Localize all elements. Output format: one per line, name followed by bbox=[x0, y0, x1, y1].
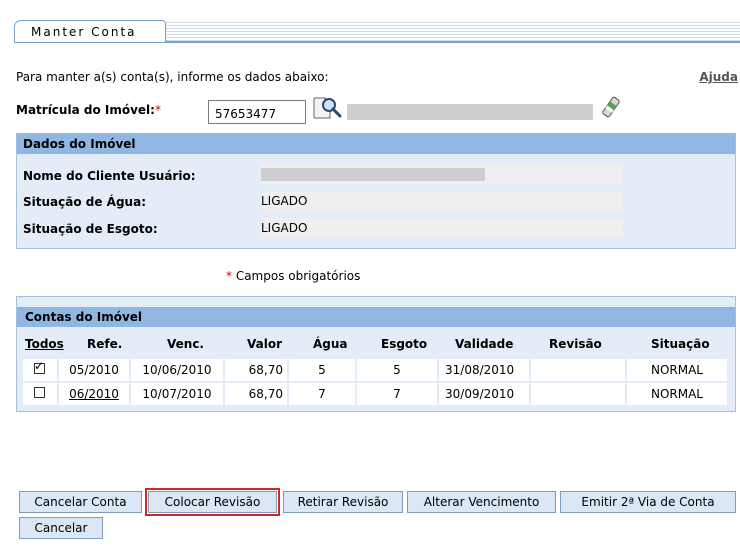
contas-imovel-header: Contas do Imóvel bbox=[17, 307, 735, 327]
retirar-revisao-button[interactable]: Retirar Revisão bbox=[283, 491, 403, 513]
matricula-label: Matrícula do Imóvel:* bbox=[16, 103, 161, 117]
matricula-label-text: Matrícula do Imóvel: bbox=[16, 103, 155, 117]
table-row: 06/2010 10/07/2010 68,70 7 7 30/09/2010 … bbox=[23, 383, 727, 405]
cell-agua: 7 bbox=[289, 383, 355, 405]
dados-imovel-panel: Dados do Imóvel Nome do Cliente Usuário:… bbox=[16, 133, 736, 249]
cell-validade: 30/09/2010 bbox=[439, 383, 529, 405]
situacao-esgoto-value: LIGADO bbox=[261, 221, 308, 235]
situacao-agua-label: Situação de Água: bbox=[23, 195, 146, 209]
row-checkbox[interactable] bbox=[34, 387, 45, 398]
nome-cliente-label: Nome do Cliente Usuário: bbox=[23, 169, 196, 183]
manter-conta-page: Manter Conta Para manter a(s) conta(s), … bbox=[0, 0, 740, 560]
nome-cliente-masked bbox=[261, 168, 485, 181]
cell-venc: 10/07/2010 bbox=[131, 383, 223, 405]
situacao-agua-field: LIGADO bbox=[261, 191, 623, 211]
cancelar-conta-button[interactable]: Cancelar Conta bbox=[19, 491, 142, 513]
col-agua-header: Água bbox=[313, 337, 348, 351]
page-title: Manter Conta bbox=[31, 25, 137, 39]
dados-imovel-header: Dados do Imóvel bbox=[17, 134, 735, 154]
contas-imovel-title: Contas do Imóvel bbox=[25, 310, 143, 324]
dados-imovel-title: Dados do Imóvel bbox=[23, 137, 136, 151]
colocar-revisao-button[interactable]: Colocar Revisão bbox=[145, 488, 280, 516]
col-valor-header: Valor bbox=[247, 337, 283, 351]
cell-esgoto: 5 bbox=[357, 359, 437, 381]
alterar-vencimento-button[interactable]: Alterar Vencimento bbox=[407, 491, 556, 513]
cell-ref: 05/2010 bbox=[59, 359, 129, 381]
cell-esgoto: 7 bbox=[357, 383, 437, 405]
required-note-text: Campos obrigatórios bbox=[232, 269, 361, 283]
nome-cliente-field bbox=[261, 164, 623, 184]
cell-situacao: NORMAL bbox=[627, 383, 727, 405]
cell-revisao bbox=[531, 383, 625, 405]
col-revisao-header: Revisão bbox=[549, 337, 602, 351]
title-tab: Manter Conta bbox=[14, 20, 166, 42]
situacao-esgoto-field: LIGADO bbox=[261, 218, 623, 238]
help-link[interactable]: Ajuda bbox=[699, 70, 738, 84]
matricula-result bbox=[347, 104, 593, 120]
col-esgoto-header: Esgoto bbox=[381, 337, 428, 351]
col-venc-header: Venc. bbox=[167, 337, 204, 351]
cancelar-button[interactable]: Cancelar bbox=[19, 517, 103, 539]
emitir-2via-button[interactable]: Emitir 2ª Via de Conta bbox=[560, 491, 736, 513]
cell-venc: 10/06/2010 bbox=[131, 359, 223, 381]
contas-imovel-panel: Contas do Imóvel Todos Refe. Venc. Valor… bbox=[16, 296, 736, 412]
intro-text: Para manter a(s) conta(s), informe os da… bbox=[16, 70, 329, 84]
title-decoration bbox=[166, 22, 740, 42]
table-row: ✓ 05/2010 10/06/2010 68,70 5 5 31/08/201… bbox=[23, 359, 727, 381]
cell-ref-link[interactable]: 06/2010 bbox=[59, 383, 129, 405]
required-mark: * bbox=[154, 103, 161, 117]
required-note: * Campos obrigatórios bbox=[226, 269, 360, 283]
cell-validade: 31/08/2010 bbox=[439, 359, 529, 381]
row-select-cell: ✓ bbox=[23, 359, 57, 381]
col-situacao-header: Situação bbox=[651, 337, 710, 351]
cell-valor: 68,70 bbox=[225, 359, 287, 381]
cell-valor: 68,70 bbox=[225, 383, 287, 405]
checkbox-check-icon: ✓ bbox=[34, 359, 45, 373]
eraser-icon[interactable] bbox=[600, 95, 622, 119]
title-bar: Manter Conta bbox=[14, 20, 740, 43]
col-refe-header: Refe. bbox=[87, 337, 123, 351]
row-checkbox[interactable]: ✓ bbox=[34, 359, 45, 374]
cell-agua: 5 bbox=[289, 359, 355, 381]
col-validade-header: Validade bbox=[455, 337, 514, 351]
todos-header[interactable]: Todos bbox=[25, 337, 64, 351]
matricula-input[interactable] bbox=[208, 100, 306, 124]
cell-situacao: NORMAL bbox=[627, 359, 727, 381]
search-icon[interactable] bbox=[311, 95, 343, 121]
situacao-esgoto-label: Situação de Esgoto: bbox=[23, 222, 158, 236]
row-select-cell bbox=[23, 383, 57, 405]
situacao-agua-value: LIGADO bbox=[261, 194, 308, 208]
cell-revisao bbox=[531, 359, 625, 381]
